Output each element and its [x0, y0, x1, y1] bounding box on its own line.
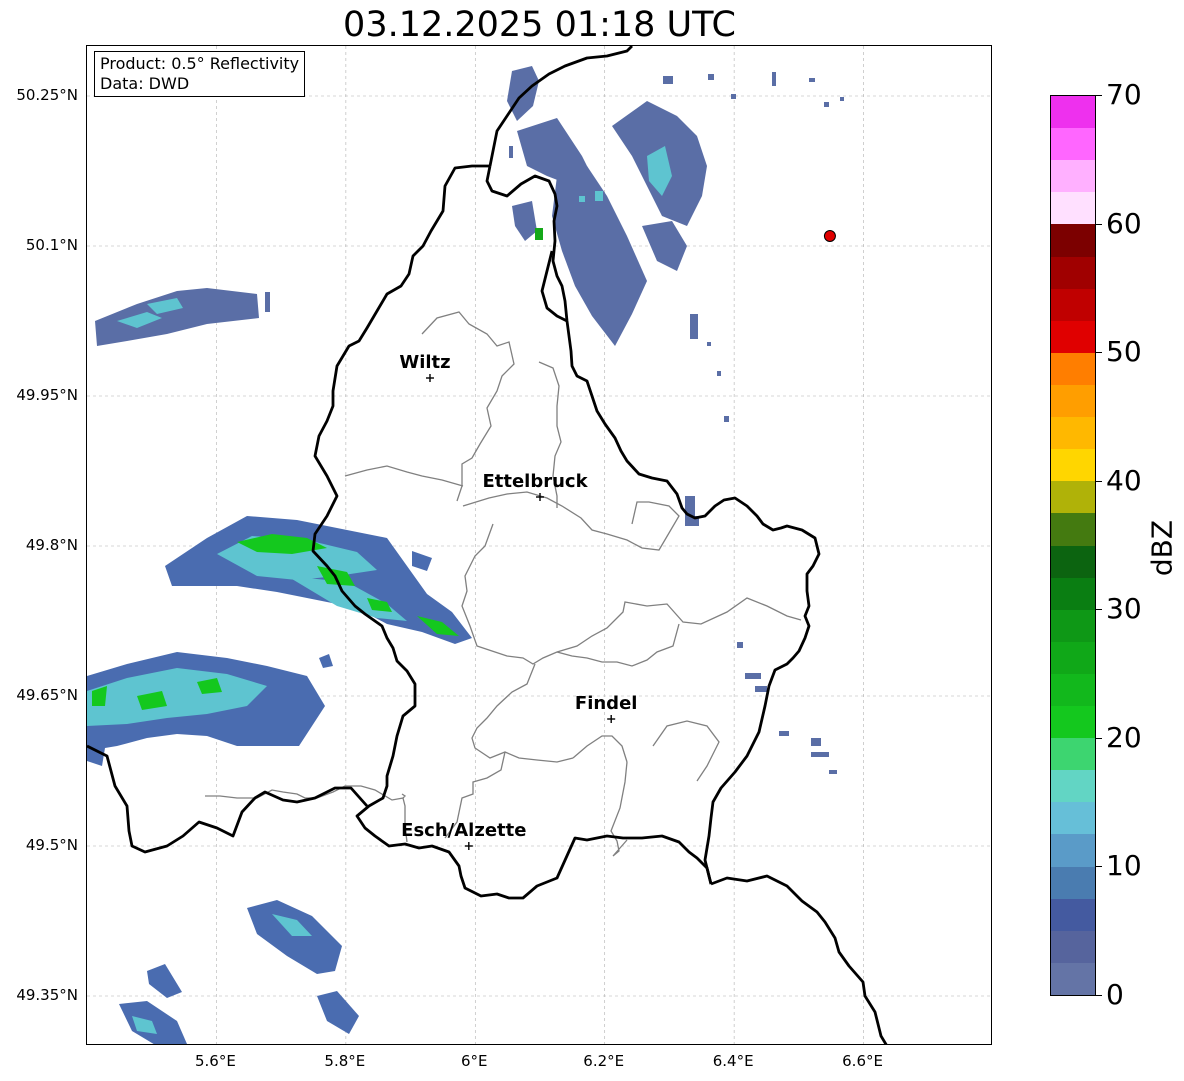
city-label: Ettelbruck: [482, 471, 588, 492]
product-label: Product: 0.5° Reflectivity: [100, 54, 300, 73]
colorbar-segment: [1051, 833, 1095, 867]
colorbar-tick-label: 40: [1106, 463, 1142, 497]
radar-echoes: [87, 66, 844, 1044]
data-source-label: Data: DWD: [100, 74, 190, 93]
lat-tick-label: 49.65°N: [16, 686, 78, 704]
colorbar-segment: [1051, 898, 1095, 931]
colorbar-segment: [1051, 159, 1095, 193]
colorbar-tick: [1096, 95, 1102, 96]
colorbar-segment: [1051, 384, 1095, 418]
colorbar-segment: [1051, 769, 1095, 803]
colorbar-segment: [1051, 577, 1095, 610]
lat-tick-label: 49.5°N: [25, 836, 78, 854]
colorbar-segment: [1051, 448, 1095, 482]
colorbar-segment: [1051, 223, 1095, 257]
lat-tick-label: 50.1°N: [25, 236, 78, 254]
colorbar-segment: [1051, 930, 1095, 963]
city-label: Wiltz: [399, 352, 450, 373]
colorbar-segment: [1051, 127, 1095, 161]
city-wiltz: Wiltz: [399, 352, 451, 382]
echo-blobs-south: [87, 726, 359, 1044]
echo-cluster-north-green: [535, 228, 543, 240]
colorbar-segment: [1051, 705, 1095, 739]
colorbar-tick-label: 30: [1106, 592, 1142, 626]
colorbar-tick: [1096, 223, 1102, 225]
colorbar-segment: [1051, 673, 1095, 707]
colorbar-segment: [1051, 288, 1095, 321]
lat-tick-label: 49.8°N: [25, 536, 78, 554]
city-findel: Findel: [575, 693, 638, 723]
lat-tick-label: 50.25°N: [16, 86, 78, 104]
colorbar-segment: [1051, 962, 1095, 995]
colorbar-segment: [1051, 256, 1095, 289]
colorbar-tick-label: 70: [1106, 78, 1142, 111]
colorbar-segment: [1051, 641, 1095, 674]
colorbar-tick: [1096, 352, 1102, 354]
city-label: Findel: [575, 693, 638, 714]
lat-tick-label: 49.35°N: [16, 986, 78, 1004]
lon-tick-label: 6.6°E: [842, 1052, 883, 1070]
colorbar-segment: [1051, 480, 1095, 514]
colorbar-tick: [1096, 737, 1102, 739]
colorbar-tick-label: 10: [1106, 849, 1142, 883]
city-esch-alzette: Esch/Alzette: [401, 820, 526, 850]
echo-cluster-north: [507, 66, 844, 526]
product-info-box: Product: 0.5° Reflectivity Data: DWD: [94, 51, 306, 97]
radar-site-marker: [823, 230, 836, 242]
echo-band-west: [95, 288, 270, 346]
colorbar-segment: [1051, 545, 1095, 578]
lon-tick-label: 6°E: [461, 1052, 488, 1070]
colorbar-tick-label: 0: [1106, 978, 1124, 1011]
colorbar-segment: [1051, 320, 1095, 353]
colorbar-tick: [1096, 995, 1102, 996]
colorbar-segment: [1051, 737, 1095, 771]
radar-map[interactable]: Wiltz Ettelbruck Findel Esch/Alzette: [86, 45, 992, 1045]
colorbar: [1050, 95, 1096, 996]
lon-tick-label: 6.2°E: [583, 1052, 625, 1070]
colorbar-tick-label: 60: [1106, 206, 1142, 240]
map-title: 03.12.2025 01:18 UTC: [343, 5, 736, 45]
colorbar-segment: [1051, 352, 1095, 385]
colorbar-segment: [1051, 95, 1095, 129]
city-label: Esch/Alzette: [401, 820, 526, 841]
colorbar-segment: [1051, 191, 1095, 225]
colorbar-segment: [1051, 609, 1095, 642]
lon-tick-label: 5.6°E: [195, 1052, 236, 1070]
colorbar-tick: [1096, 866, 1102, 868]
colorbar-segment: [1051, 801, 1095, 835]
lon-tick-label: 6.4°E: [712, 1052, 754, 1070]
lon-tick-label: 5.8°E: [324, 1052, 366, 1070]
colorbar-label: dBZ: [1145, 519, 1179, 577]
colorbar-tick: [1096, 609, 1102, 611]
colorbar-segment: [1051, 416, 1095, 450]
colorbar-tick-label: 50: [1106, 335, 1142, 369]
map-canvas: Wiltz Ettelbruck Findel Esch/Alzette: [87, 46, 991, 1044]
colorbar-tick: [1096, 480, 1102, 482]
lat-tick-label: 49.95°N: [16, 386, 78, 404]
colorbar-segment: [1051, 866, 1095, 899]
colorbar-tick-label: 20: [1106, 720, 1142, 754]
echo-scatter-east: [685, 516, 837, 774]
colorbar-segment: [1051, 512, 1095, 546]
